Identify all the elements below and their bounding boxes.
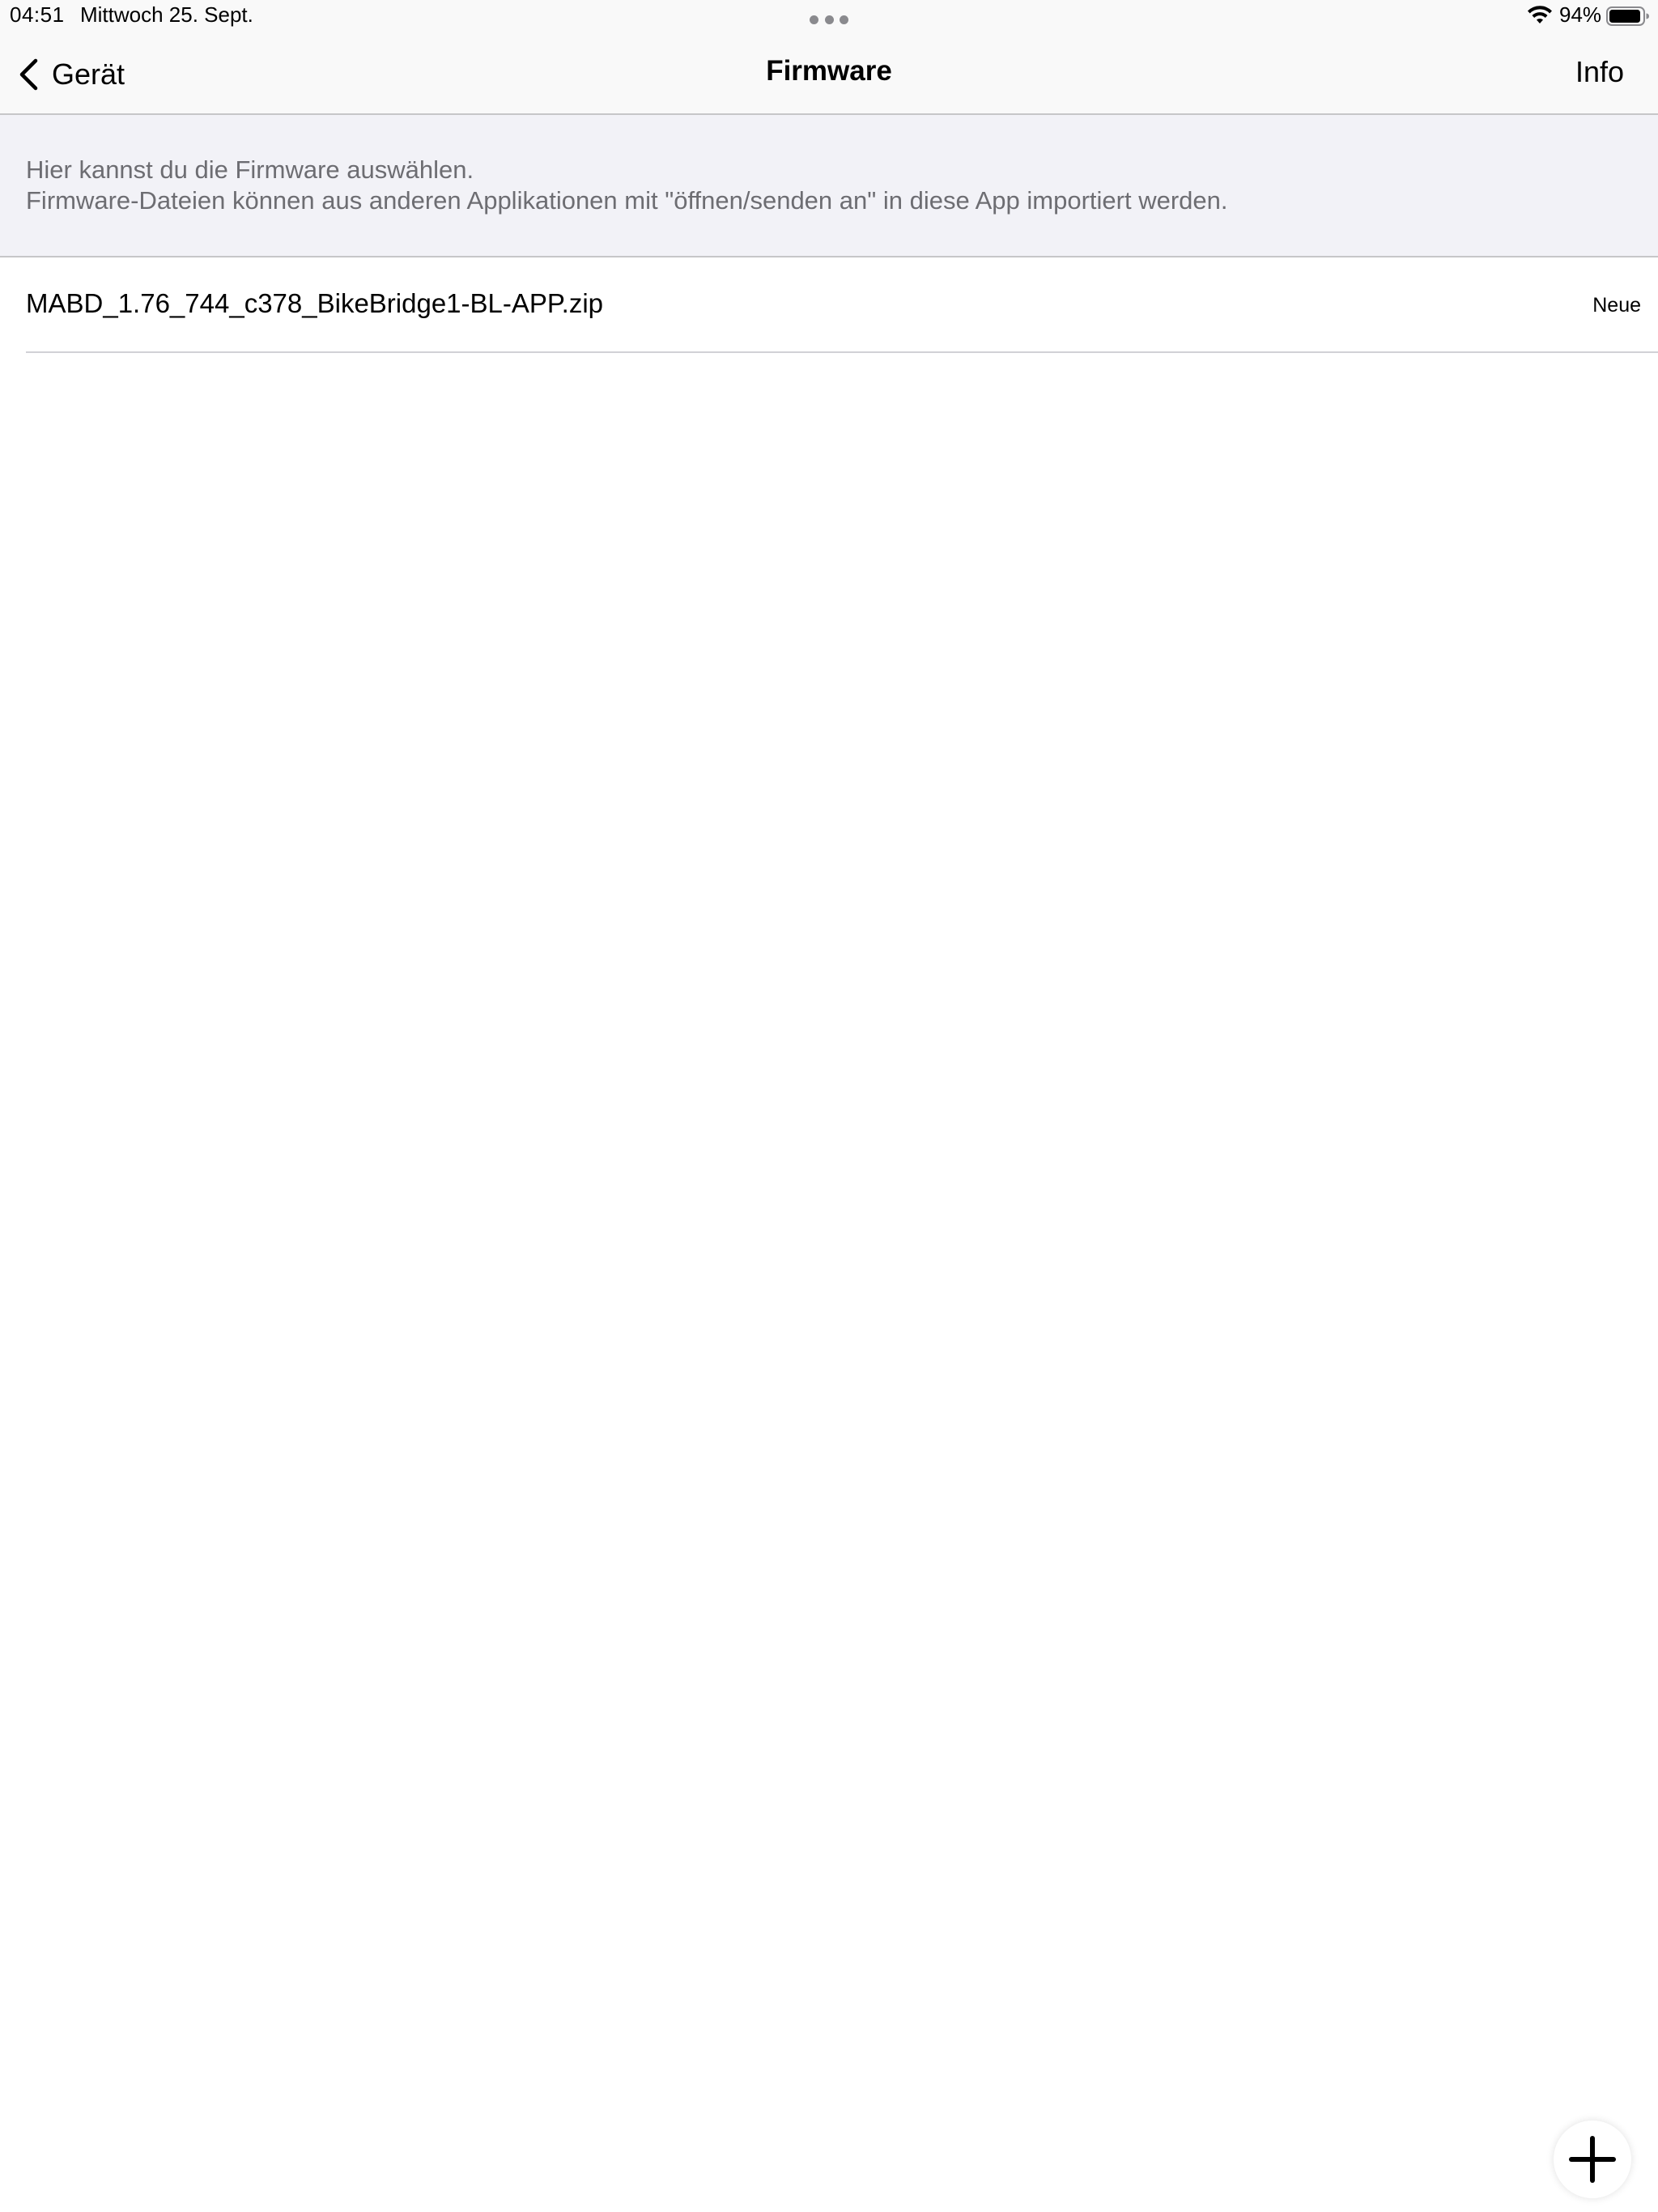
wifi-icon [1528,6,1552,23]
status-date: Mittwoch 25. Sept. [80,2,253,27]
file-name: MABD_1.76_744_c378_BikeBridge1-BL-APP.zi… [26,288,604,318]
battery-icon [1606,6,1649,26]
file-status-label: Neue [1592,294,1641,317]
section-description-line-2: Firmware-Dateien können aus anderen Appl… [26,186,1228,215]
add-button[interactable] [1554,2121,1631,2198]
battery-percentage: 94% [1559,2,1602,27]
row-separator [26,351,1658,353]
multitasking-dots-icon[interactable] [810,13,848,26]
section-description-line-1: Hier kannst du die Firmware auswählen. [26,155,474,184]
plus-icon [1569,2136,1616,2183]
navigation-bar: Gerät Firmware Info [0,36,1658,115]
page-title: Firmware [766,55,892,87]
status-bar: 04:51 Mittwoch 25. Sept. 94% [0,0,1658,36]
info-button[interactable]: Info [1575,55,1624,89]
section-header: Hier kannst du die Firmware auswählen. F… [0,115,1658,257]
status-time: 04:51 [10,2,65,27]
list-item[interactable]: MABD_1.76_744_c378_BikeBridge1-BL-APP.zi… [0,257,1658,353]
